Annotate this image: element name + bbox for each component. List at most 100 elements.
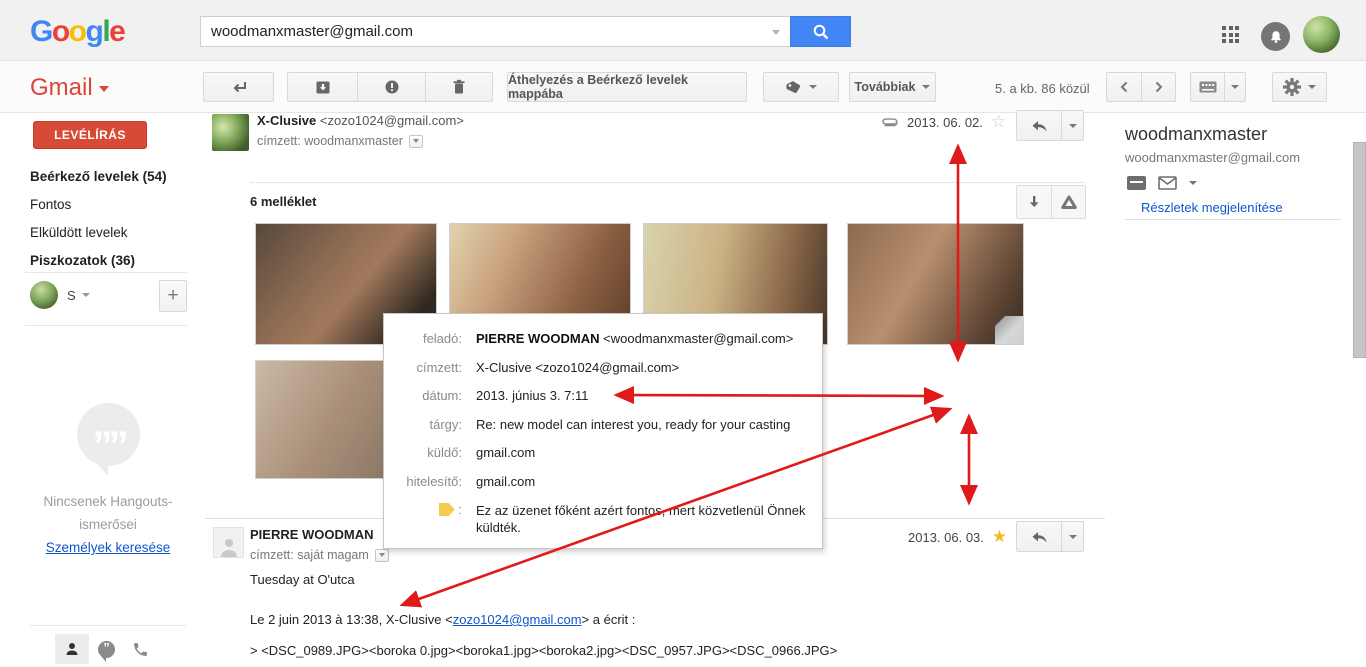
star-button[interactable]: ☆ — [991, 112, 1006, 132]
search-icon — [812, 23, 830, 41]
hangouts-empty-state: Nincsenek Hangouts- ismerősei Személyek … — [0, 490, 216, 559]
sidebar-divider — [25, 272, 187, 273]
attachments-divider — [250, 182, 1085, 183]
reply2-options-dropdown[interactable] — [1061, 522, 1083, 551]
save-to-drive-button[interactable] — [1051, 186, 1085, 218]
show-details2-dropdown[interactable] — [375, 549, 389, 562]
older-button[interactable] — [1141, 73, 1175, 101]
message2-date: 2013. 06. 03. — [908, 530, 984, 545]
labels-caret-icon — [809, 85, 817, 89]
add-contact-button[interactable]: + — [159, 280, 187, 312]
sidebar-item-important[interactable]: Fontos — [30, 191, 190, 219]
search-bar — [200, 16, 851, 47]
importance-marker-icon — [439, 503, 455, 516]
chat-card-icon[interactable] — [1127, 176, 1146, 190]
recipient2-line: címzett: saját magam — [250, 548, 389, 562]
sidebar-item-drafts[interactable]: Piszkozatok (36) — [30, 247, 190, 275]
sender2-avatar[interactable] — [213, 527, 244, 558]
reply-button-group — [1016, 110, 1084, 141]
drive-icon — [1060, 194, 1078, 210]
contacts-icon — [64, 641, 80, 657]
gmail-caret-icon — [99, 86, 109, 92]
phone-icon — [132, 641, 149, 658]
archive-icon — [315, 80, 331, 95]
gmail-app: Google Gmail — [0, 0, 1366, 667]
download-all-button[interactable] — [1017, 186, 1051, 218]
message-date: 2013. 06. 02. — [907, 115, 983, 130]
google-logo[interactable]: Google — [30, 15, 124, 49]
message2-meta: 2013. 06. 03. ★ — [908, 527, 1007, 547]
attachments-count: 6 melléklet — [250, 194, 317, 209]
profile-name: woodmanxmaster — [1125, 124, 1267, 145]
recipient-line: címzett: woodmanxmaster — [257, 134, 423, 148]
back-to-inbox-icon — [229, 78, 249, 96]
message-count: 5. a kb. 86 közül — [995, 81, 1090, 96]
message-details-tooltip: feladó:PIERRE WOODMAN <woodmanxmaster@gm… — [383, 313, 823, 549]
more-caret-icon — [922, 85, 930, 89]
person-icon — [218, 535, 240, 557]
sidebar-footer-divider — [30, 625, 186, 626]
sidebar-item-sent[interactable]: Elküldött levelek — [30, 219, 190, 247]
settings-gear-icon — [1283, 78, 1301, 96]
sidebar-footer-icons: ” — [55, 634, 157, 664]
newer-button[interactable] — [1107, 73, 1141, 101]
reply-options-dropdown[interactable] — [1061, 111, 1083, 140]
top-header-bar: Google — [0, 0, 1366, 61]
message-actions-group — [287, 72, 493, 102]
archive-button[interactable] — [288, 73, 357, 101]
sidebar-item-inbox[interactable]: Beérkező levelek (54) — [30, 163, 190, 191]
reply2-button[interactable] — [1017, 522, 1061, 551]
toolbar-bar: Gmail Áthelyezés a Beérkező levelek mapp… — [0, 61, 1366, 113]
attachment-thumbnail-4[interactable] — [848, 224, 1023, 344]
importance-note: Ez az üzenet főként azért fontos, mert k… — [476, 502, 812, 536]
show-details-link[interactable]: Részletek megjelenítése — [1141, 200, 1283, 215]
notifications-bell-icon — [1269, 30, 1283, 44]
find-people-link[interactable]: Személyek keresése — [46, 540, 171, 555]
report-spam-icon — [384, 79, 400, 95]
labels-button[interactable] — [763, 72, 839, 102]
search-input[interactable] — [200, 16, 790, 47]
gmail-menu[interactable]: Gmail — [30, 74, 109, 102]
hangouts-tab[interactable]: ” — [89, 634, 123, 664]
back-to-inbox-button[interactable] — [203, 72, 274, 102]
move-to-inbox-button[interactable]: Áthelyezés a Beérkező levelek mappába — [507, 72, 747, 102]
contacts-tab[interactable] — [55, 634, 89, 664]
scrollbar-thumb[interactable] — [1353, 142, 1366, 358]
notifications-button[interactable] — [1261, 22, 1290, 51]
quoted-email-link[interactable]: zozo1024@gmail.com — [453, 612, 582, 627]
paperclip-icon — [880, 116, 899, 128]
apps-grid-icon[interactable] — [1222, 26, 1241, 45]
panel-divider — [1125, 219, 1341, 220]
search-options-caret-icon[interactable] — [772, 30, 780, 35]
compose-button[interactable]: LEVÉLÍRÁS — [33, 121, 147, 149]
account-avatar[interactable] — [1303, 16, 1340, 53]
report-spam-button[interactable] — [357, 73, 425, 101]
keyboard-icon — [1199, 81, 1217, 93]
show-details-dropdown[interactable] — [409, 135, 423, 148]
keyboard-dropdown[interactable] — [1224, 73, 1245, 101]
hangouts-small-icon: ” — [98, 641, 115, 658]
chat-profile-row[interactable]: S — [30, 281, 90, 309]
more-button[interactable]: Továbbiak — [849, 72, 936, 102]
sender-line: X-Clusive <zozo1024@gmail.com> — [257, 113, 464, 128]
keyboard-button[interactable] — [1191, 73, 1224, 101]
search-button[interactable] — [790, 16, 851, 47]
keyboard-caret-icon — [1231, 85, 1239, 89]
profile-more-caret-icon[interactable] — [1189, 181, 1197, 185]
sidebar-divider-2 — [25, 325, 187, 326]
reply-icon — [1029, 117, 1049, 135]
star2-button[interactable]: ★ — [992, 527, 1007, 547]
reply-button[interactable] — [1017, 111, 1061, 140]
reply-caret-icon — [1069, 124, 1077, 128]
delete-button[interactable] — [425, 73, 492, 101]
chevron-down-icon — [413, 139, 419, 143]
phone-tab[interactable] — [123, 634, 157, 664]
chat-profile-caret-icon — [82, 293, 90, 297]
settings-button[interactable] — [1272, 72, 1327, 102]
envelope-icon[interactable] — [1158, 176, 1177, 190]
message2-quoted-files: > <DSC_0989.JPG><boroka 0.jpg><boroka1.j… — [250, 643, 837, 658]
chat-avatar — [30, 281, 58, 309]
chevron-right-icon — [1153, 80, 1165, 94]
sender-avatar[interactable] — [212, 114, 249, 151]
input-tools-group — [1190, 72, 1246, 102]
